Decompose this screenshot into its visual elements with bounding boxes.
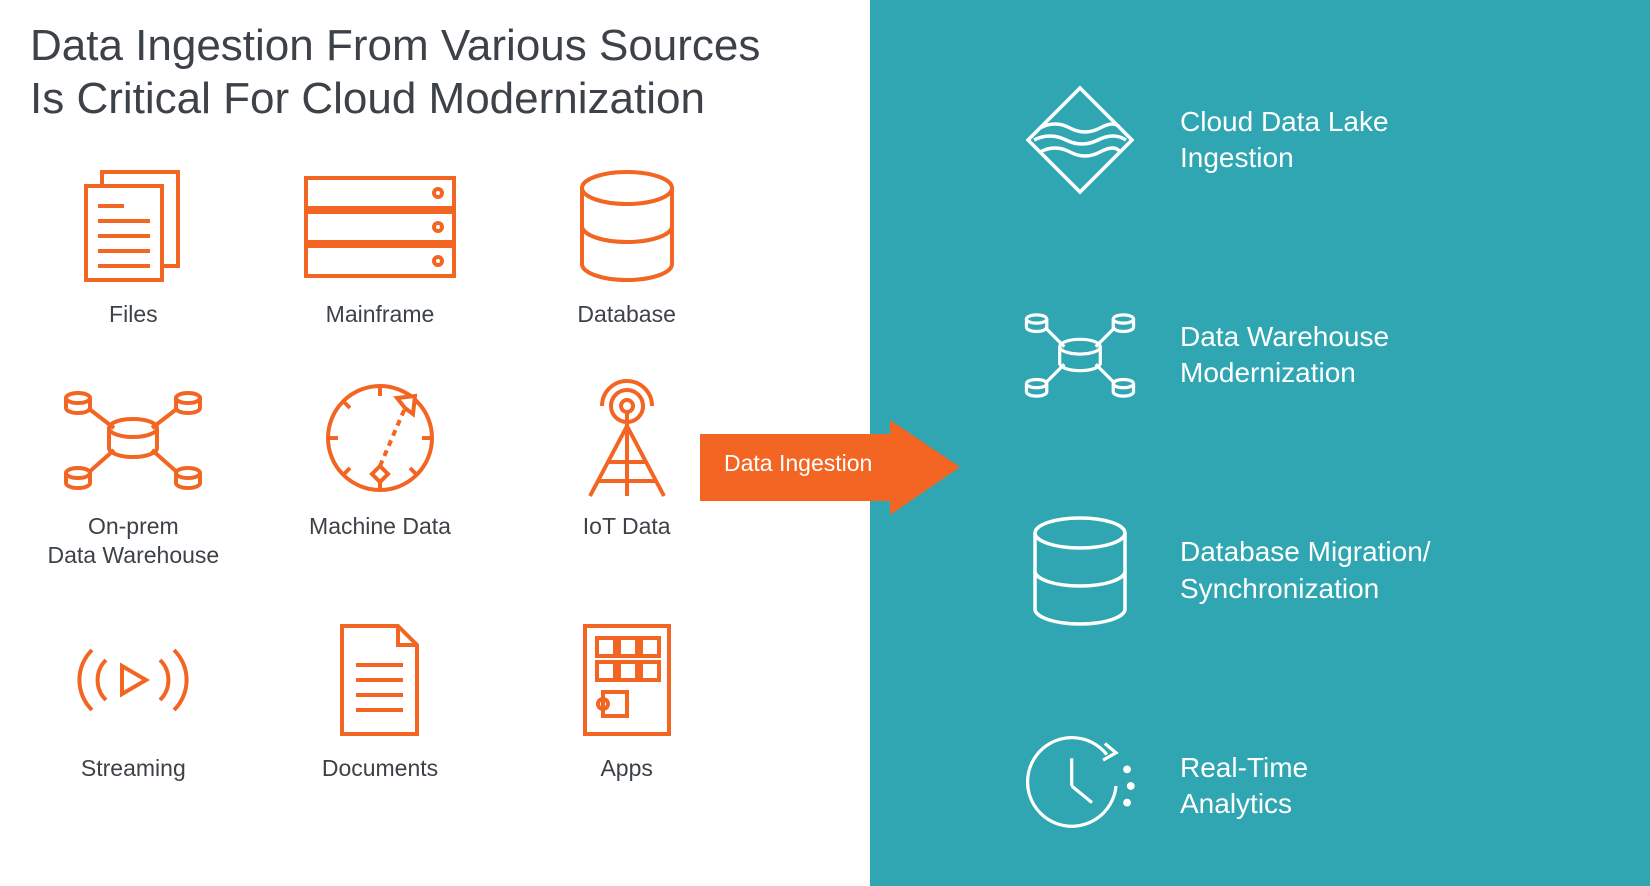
source-onprem-dw: On-prem Data Warehouse — [30, 378, 237, 570]
target-dw-modernization: Data Warehouse Modernization — [1020, 295, 1610, 415]
source-label: Apps — [600, 754, 652, 783]
source-apps: Apps — [523, 620, 730, 783]
streaming-icon — [58, 620, 208, 740]
target-label: Real-Time Analytics — [1180, 750, 1308, 823]
database-icon — [572, 166, 682, 286]
realtime-analytics-icon — [1020, 726, 1140, 846]
source-streaming: Streaming — [30, 620, 237, 783]
db-migration-icon — [1020, 511, 1140, 631]
source-documents: Documents — [277, 620, 484, 783]
data-ingestion-arrow: Data Ingestion — [700, 420, 960, 515]
source-mainframe: Mainframe — [277, 166, 484, 329]
target-label: Cloud Data Lake Ingestion — [1180, 104, 1389, 177]
title-line-1: Data Ingestion From Various Sources — [30, 21, 760, 70]
apps-icon — [577, 620, 677, 740]
machine-data-icon — [315, 378, 445, 498]
target-realtime-analytics: Real-Time Analytics — [1020, 726, 1610, 846]
iot-data-icon — [572, 378, 682, 498]
source-label: Files — [109, 300, 158, 329]
source-label: Documents — [322, 754, 438, 783]
source-label: Database — [577, 300, 675, 329]
files-icon — [78, 166, 188, 286]
source-label: IoT Data — [583, 512, 671, 541]
source-machine-data: Machine Data — [277, 378, 484, 570]
target-cloud-data-lake: Cloud Data Lake Ingestion — [1020, 80, 1610, 200]
target-label: Database Migration/ Synchronization — [1180, 534, 1431, 607]
page-title: Data Ingestion From Various Sources Is C… — [30, 20, 840, 126]
left-panel: Data Ingestion From Various Sources Is C… — [0, 0, 870, 886]
title-line-2: Is Critical For Cloud Modernization — [30, 74, 705, 123]
source-label: On-prem Data Warehouse — [47, 512, 219, 570]
target-db-migration: Database Migration/ Synchronization — [1020, 511, 1610, 631]
dw-modernization-icon — [1020, 295, 1140, 415]
right-panel: Cloud Data Lake Ingestion — [870, 0, 1650, 886]
documents-icon — [332, 620, 427, 740]
source-files: Files — [30, 166, 237, 329]
mainframe-icon — [300, 166, 460, 286]
onprem-dw-icon — [58, 378, 208, 498]
sources-grid: Files Mainframe — [30, 166, 730, 783]
source-label: Mainframe — [326, 300, 435, 329]
source-label: Streaming — [81, 754, 186, 783]
target-label: Data Warehouse Modernization — [1180, 319, 1389, 392]
arrow-label: Data Ingestion — [724, 450, 872, 477]
cloud-data-lake-icon — [1020, 80, 1140, 200]
source-iot-data: IoT Data — [523, 378, 730, 570]
source-database: Database — [523, 166, 730, 329]
source-label: Machine Data — [309, 512, 451, 541]
